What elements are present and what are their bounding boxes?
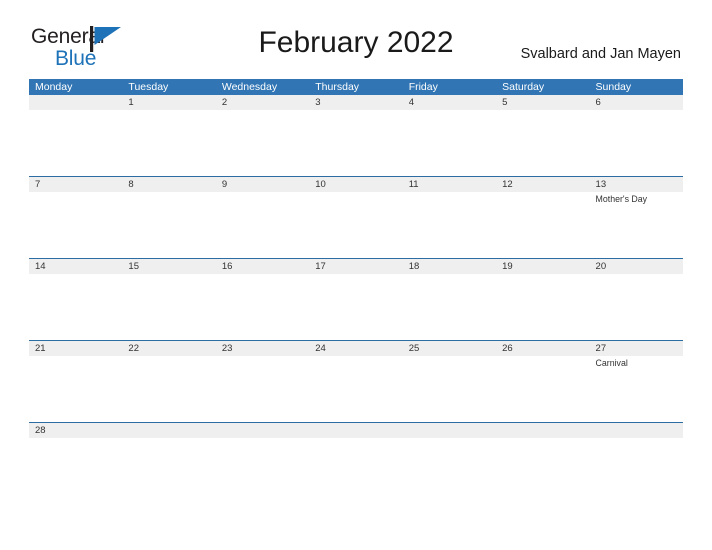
dow-header-saturday: Saturday — [502, 81, 545, 93]
calendar-day-cell[interactable]: 25 — [402, 341, 497, 422]
calendar-day-cell[interactable]: 28 — [29, 423, 123, 450]
calendar-day-cell[interactable]: 18 — [402, 259, 497, 340]
calendar-day-cell[interactable] — [309, 423, 403, 450]
calendar-day-cell[interactable]: 17 — [309, 259, 403, 340]
day-number: 24 — [315, 343, 326, 354]
day-number: 19 — [502, 261, 513, 272]
calendar-day-cell[interactable] — [402, 423, 497, 450]
calendar-day-cell[interactable]: 21 — [29, 341, 123, 422]
day-number — [29, 95, 122, 110]
day-number — [403, 423, 496, 438]
dow-header-sunday: Sunday — [595, 81, 632, 93]
calendar-day-cell[interactable]: 5 — [496, 95, 590, 176]
calendar-day-cell[interactable]: 2 — [215, 95, 310, 176]
calendar-day-cell[interactable]: 23 — [215, 341, 310, 422]
day-number: 20 — [595, 261, 607, 272]
calendar-weeks: 1 2 3 4 5 6 7 8 9 10 11 12 13 Mother's Day 14 15 16 17 18 1… — [29, 95, 683, 450]
page-header: General Blue February 2022 Svalbard and … — [0, 0, 712, 69]
day-number — [216, 423, 309, 438]
calendar-day-cell[interactable]: 6 — [589, 95, 683, 176]
day-number — [122, 423, 215, 438]
calendar-day-cell[interactable]: 4 — [402, 95, 497, 176]
calendar-day-cell[interactable] — [29, 95, 123, 176]
dow-header-thursday: Thursday — [315, 81, 360, 93]
day-number: 18 — [408, 261, 420, 272]
day-number: 10 — [315, 179, 326, 190]
day-number: 14 — [35, 261, 46, 272]
day-number: 26 — [502, 343, 513, 354]
calendar-day-cell[interactable]: 16 — [215, 259, 310, 340]
calendar-day-cell[interactable] — [215, 423, 310, 450]
calendar-day-cell[interactable]: 24 — [309, 341, 403, 422]
calendar-day-cell[interactable]: 22 — [122, 341, 216, 422]
calendar-day-cell[interactable] — [589, 423, 683, 450]
day-number: 2 — [221, 97, 228, 108]
day-number — [309, 423, 402, 438]
calendar-day-cell[interactable]: 3 — [309, 95, 403, 176]
day-number: 5 — [502, 97, 508, 108]
dow-header-tuesday: Tuesday — [128, 81, 169, 93]
day-number: 1 — [128, 97, 134, 108]
calendar-day-cell[interactable]: 13 Mother's Day — [589, 177, 683, 258]
day-number: 21 — [35, 343, 46, 354]
region-label: Svalbard and Jan Mayen — [520, 46, 681, 62]
calendar-week-row: 7 8 9 10 11 12 13 Mother's Day — [29, 176, 683, 258]
calendar-day-cell[interactable]: 14 — [29, 259, 123, 340]
day-of-week-header-row: Monday Tuesday Wednesday Thursday Friday… — [29, 79, 683, 95]
calendar-week-row: 14 15 16 17 18 19 20 — [29, 258, 683, 340]
calendar-day-cell[interactable]: 20 — [589, 259, 683, 340]
day-events: Mother's Day — [590, 192, 683, 205]
calendar-day-cell[interactable] — [496, 423, 590, 450]
calendar-day-cell[interactable]: 9 — [215, 177, 310, 258]
day-number: 12 — [502, 179, 513, 190]
dow-header-wednesday: Wednesday — [221, 81, 278, 93]
day-number: 22 — [128, 343, 139, 354]
day-number: 16 — [221, 261, 233, 272]
day-number: 3 — [315, 97, 321, 108]
day-number: 8 — [128, 179, 134, 190]
calendar-page: General Blue February 2022 Svalbard and … — [0, 0, 712, 550]
day-number — [590, 423, 683, 438]
calendar-day-cell[interactable]: 7 — [29, 177, 123, 258]
day-number: 9 — [221, 179, 228, 190]
calendar-day-cell[interactable] — [122, 423, 216, 450]
day-number: 25 — [408, 343, 420, 354]
dow-header-friday: Friday — [408, 81, 438, 93]
day-event: Mother's Day — [595, 194, 648, 204]
calendar-day-cell[interactable]: 26 — [496, 341, 590, 422]
calendar-day-cell[interactable]: 19 — [496, 259, 590, 340]
calendar-day-cell[interactable]: 11 — [402, 177, 497, 258]
calendar-day-cell[interactable]: 1 — [122, 95, 216, 176]
day-number: 7 — [35, 179, 41, 190]
day-number: 17 — [315, 261, 326, 272]
calendar-day-cell[interactable]: 12 — [496, 177, 590, 258]
calendar-week-row: 1 2 3 4 5 6 — [29, 95, 683, 176]
day-number: 23 — [221, 343, 233, 354]
day-number: 4 — [408, 97, 414, 108]
day-events: Carnival — [590, 356, 683, 369]
calendar-day-cell[interactable]: 15 — [122, 259, 216, 340]
calendar-day-cell[interactable]: 27 Carnival — [589, 341, 683, 422]
day-number: 28 — [35, 425, 46, 436]
day-number: 15 — [128, 261, 139, 272]
day-number — [496, 423, 589, 438]
day-number: 13 — [595, 179, 607, 190]
day-event: Carnival — [595, 358, 628, 368]
dow-header-monday: Monday — [35, 81, 73, 93]
calendar-day-cell[interactable]: 8 — [122, 177, 216, 258]
calendar-day-cell[interactable]: 10 — [309, 177, 403, 258]
day-number: 6 — [595, 97, 601, 108]
day-number: 27 — [595, 343, 607, 354]
calendar-grid: Monday Tuesday Wednesday Thursday Friday… — [29, 79, 683, 450]
day-number: 11 — [408, 179, 419, 190]
calendar-week-row: 21 22 23 24 25 26 27 Carnival — [29, 340, 683, 422]
calendar-week-row: 28 — [29, 422, 683, 450]
